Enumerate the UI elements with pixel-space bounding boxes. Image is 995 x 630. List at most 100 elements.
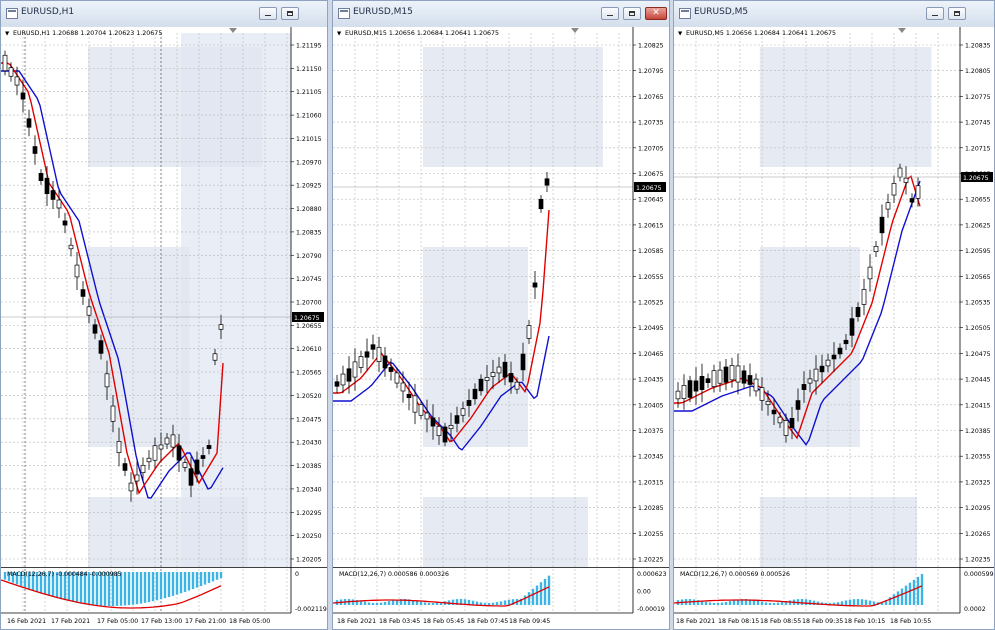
chart-window-m15[interactable]: EURUSD,M15 ✕ ▼ EURUSD,M15 1.20656 1.20684… <box>332 0 670 630</box>
macd-bar <box>543 578 547 605</box>
macd-bar <box>499 601 503 605</box>
chart-canvas[interactable]: ▼ EURUSD,H1 1.20688 1.20704 1.20623 1.206… <box>1 27 328 630</box>
price-tick-label: 1.21195 <box>296 43 322 50</box>
macd-bar <box>163 572 167 599</box>
macd-bar <box>219 572 223 579</box>
window-icon <box>338 8 350 19</box>
macd-bar <box>143 572 147 603</box>
indicator-label: MACD(12,26,7) 0.000586 0.000326 <box>339 571 449 578</box>
candle-body <box>873 245 879 253</box>
price-tick-label: 1.20475 <box>965 351 991 358</box>
candle-body <box>26 118 32 128</box>
macd-bar <box>167 572 171 598</box>
candle-body <box>903 177 909 183</box>
candle-body <box>532 282 538 288</box>
macd-bar <box>720 602 724 605</box>
price-tick-label: 1.20585 <box>638 248 664 255</box>
candle-body <box>74 264 80 278</box>
candle-body <box>496 366 502 374</box>
price-tick-label: 1.20415 <box>965 402 991 409</box>
macd-bar <box>728 601 732 605</box>
minimize-button[interactable] <box>601 7 619 20</box>
macd-bar <box>860 599 864 605</box>
candle-body <box>412 395 418 413</box>
macd-bar <box>768 602 772 605</box>
macd-bar <box>764 602 768 605</box>
chart-canvas[interactable]: ▼ EURUSD,M15 1.20656 1.20684 1.20641 1.20… <box>333 27 670 630</box>
maximize-button[interactable] <box>948 7 966 20</box>
window-icon <box>6 8 18 19</box>
macd-bar <box>495 602 499 605</box>
macd-bar <box>848 599 852 605</box>
candle-body <box>759 387 765 401</box>
price-tick-label: 1.20595 <box>965 248 991 255</box>
candle-body <box>182 462 188 468</box>
close-button[interactable]: ✕ <box>645 7 667 20</box>
macd-bar <box>379 602 383 605</box>
candle-body <box>98 340 104 354</box>
chart-window-h1[interactable]: EURUSD,H1 ▼ EURUSD,H1 1.20688 1.20704 1.2… <box>0 0 328 630</box>
minimize-button[interactable] <box>259 7 277 20</box>
candle-body <box>675 390 681 400</box>
window-titlebar[interactable]: EURUSD,M5 <box>674 1 994 28</box>
window-titlebar[interactable]: EURUSD,H1 <box>1 1 327 28</box>
price-tick-label: 1.20375 <box>638 428 664 435</box>
indicator-tick-label: 0 <box>295 571 299 578</box>
price-tick-label: 1.20205 <box>296 557 322 564</box>
candle-body <box>382 355 388 369</box>
macd-bar <box>712 602 716 605</box>
indicator-tick-label: -0.00019 <box>637 606 665 613</box>
macd-bar <box>724 601 728 605</box>
candle-body <box>164 437 170 445</box>
indicator-label: MACD(12,26,7) 0.000569 0.000526 <box>680 571 790 578</box>
window-title: EURUSD,M15 <box>353 7 413 17</box>
macd-bar <box>539 582 543 605</box>
candle-body <box>771 409 777 415</box>
chart-window-m5[interactable]: EURUSD,M5 ▼ EURUSD,M5 1.20656 1.20684 1.2… <box>673 0 995 630</box>
macd-bar <box>856 599 860 605</box>
macd-bar <box>487 602 491 605</box>
price-tick-label: 1.21150 <box>296 66 322 73</box>
macd-bar <box>191 572 195 590</box>
candle-body <box>747 375 753 385</box>
macd-bar <box>776 602 780 605</box>
candle-body <box>140 464 146 474</box>
macd-bar <box>780 602 784 605</box>
candle-body <box>92 324 98 334</box>
macd-bar <box>916 576 920 605</box>
macd-bar <box>912 579 916 605</box>
price-tick-label: 1.20745 <box>965 120 991 127</box>
macd-bar <box>159 572 163 600</box>
candle-body <box>80 289 86 297</box>
candle-body <box>110 405 116 422</box>
window-titlebar[interactable]: EURUSD,M15 ✕ <box>333 1 669 28</box>
macd-bar <box>772 602 776 605</box>
candle-body <box>538 198 544 210</box>
candle-body <box>687 380 693 398</box>
macd-bar <box>904 585 908 605</box>
candle-body <box>8 67 14 77</box>
macd-bar <box>708 602 712 605</box>
maximize-button[interactable] <box>281 7 299 20</box>
minimize-button[interactable] <box>926 7 944 20</box>
price-tick-label: 1.20520 <box>296 393 322 400</box>
macd-bar <box>704 601 708 605</box>
macd-bar <box>427 602 431 605</box>
candle-body <box>783 420 789 436</box>
candle-body <box>753 378 759 392</box>
price-tick-label: 1.20625 <box>965 222 991 229</box>
watermark-block <box>423 247 528 447</box>
window-title: EURUSD,M5 <box>694 7 749 17</box>
macd-bar <box>756 600 760 605</box>
macd-bar <box>423 602 427 605</box>
maximize-button[interactable] <box>623 7 641 20</box>
candle-body <box>813 368 819 382</box>
chart-canvas[interactable]: ▼ EURUSD,M5 1.20656 1.20684 1.20641 1.206… <box>674 27 995 630</box>
candle-body <box>843 339 849 345</box>
macd-bar <box>864 599 868 605</box>
price-tick-label: 1.20535 <box>965 300 991 307</box>
candle-body <box>897 167 903 178</box>
candle-body <box>128 482 134 492</box>
candle-body <box>442 426 448 443</box>
candle-body <box>867 266 873 280</box>
